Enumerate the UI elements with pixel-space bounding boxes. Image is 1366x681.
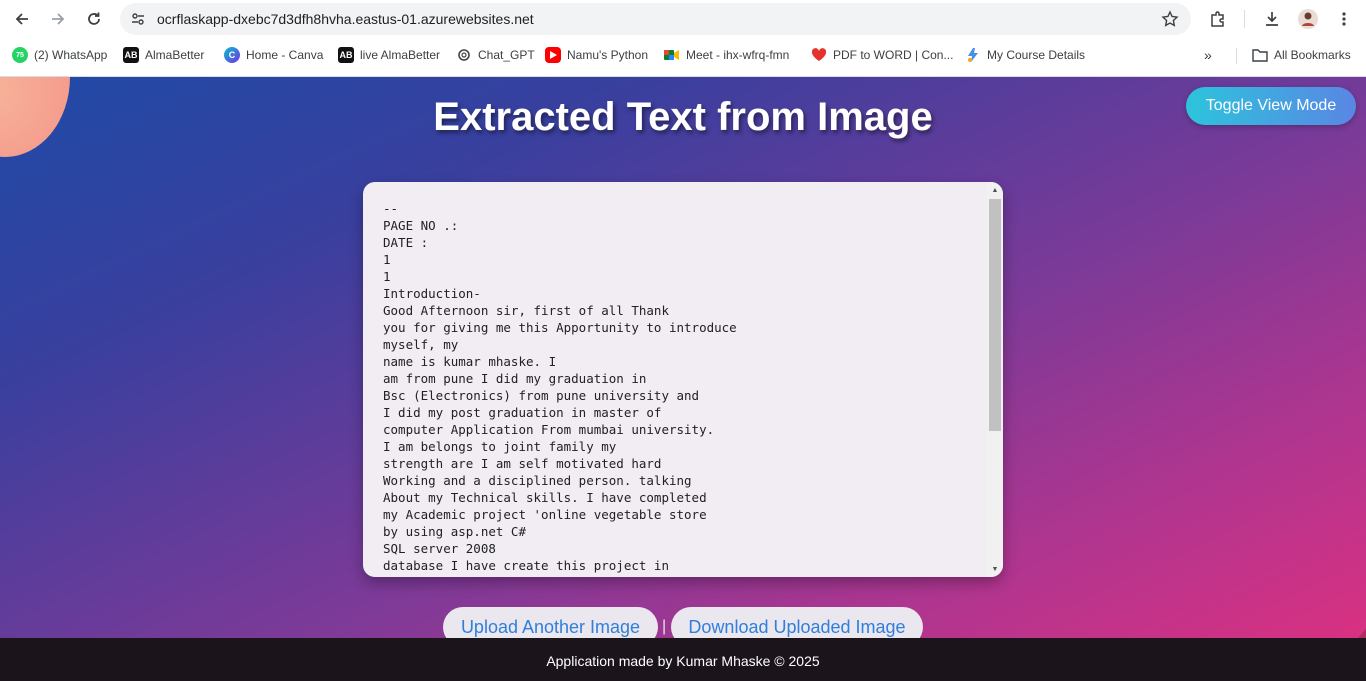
reload-icon bbox=[88, 12, 100, 25]
toggle-view-mode-button[interactable]: Toggle View Mode bbox=[1186, 87, 1356, 125]
downloads-button[interactable] bbox=[1259, 6, 1285, 32]
folder-icon bbox=[1252, 47, 1268, 63]
text-scrollbar[interactable]: ▲ ▼ bbox=[987, 182, 1003, 577]
back-button[interactable] bbox=[9, 6, 35, 32]
more-bookmarks-button[interactable]: » bbox=[1204, 47, 1212, 63]
bookmark-whatsapp[interactable]: 75 (2) WhatsApp bbox=[12, 47, 107, 63]
profile-avatar[interactable] bbox=[1295, 6, 1321, 32]
scrollbar-thumb[interactable] bbox=[989, 199, 1001, 431]
browser-toolbar: ocrflaskapp-dxebc7d3dfh8hvha.eastus-01.a… bbox=[0, 0, 1366, 38]
url-text[interactable]: ocrflaskapp-dxebc7d3dfh8hvha.eastus-01.a… bbox=[157, 11, 534, 27]
site-info-icon[interactable] bbox=[128, 9, 148, 29]
bookmark-pdf-to-word[interactable]: PDF to WORD | Con... bbox=[811, 47, 953, 63]
bookmark-label: (2) WhatsApp bbox=[34, 48, 108, 62]
page-title: Extracted Text from Image bbox=[433, 95, 933, 139]
bookmark-label: PDF to WORD | Con... bbox=[833, 48, 954, 62]
bookmark-chatgpt[interactable]: Chat_GPT bbox=[456, 47, 535, 63]
toolbar-divider bbox=[1244, 10, 1245, 28]
puzzle-icon bbox=[1211, 11, 1224, 27]
youtube-icon bbox=[545, 47, 561, 63]
reload-button[interactable] bbox=[81, 6, 107, 32]
bookmark-label: Home - Canva bbox=[246, 48, 324, 62]
footer: Application made by Kumar Mhaske © 2025 bbox=[0, 638, 1366, 681]
meet-icon bbox=[664, 47, 680, 63]
browser-chrome: ocrflaskapp-dxebc7d3dfh8hvha.eastus-01.a… bbox=[0, 0, 1366, 77]
forward-button[interactable] bbox=[45, 6, 71, 32]
course-icon bbox=[965, 47, 981, 63]
browser-menu-button[interactable] bbox=[1331, 6, 1357, 32]
bookmark-live-almabetter[interactable]: AB live AlmaBetter bbox=[338, 47, 440, 63]
address-bar[interactable]: ocrflaskapp-dxebc7d3dfh8hvha.eastus-01.a… bbox=[120, 3, 1191, 35]
bookmarks-bar: 75 (2) WhatsApp AB AlmaBetter C Home - C… bbox=[0, 40, 1366, 72]
bookmark-label: My Course Details bbox=[987, 48, 1086, 62]
bookmark-namus-python[interactable]: Namu's Python bbox=[545, 47, 648, 63]
all-bookmarks-label: All Bookmarks bbox=[1274, 48, 1351, 62]
bookmark-label: Meet - ihx-wfrq-fmn bbox=[686, 48, 790, 62]
bookmark-label: live AlmaBetter bbox=[360, 48, 441, 62]
bookmark-label: Chat_GPT bbox=[478, 48, 535, 62]
kebab-menu-icon bbox=[1342, 12, 1346, 26]
download-icon bbox=[1266, 12, 1278, 26]
extensions-button[interactable] bbox=[1205, 6, 1231, 32]
bookmark-meet[interactable]: Meet - ihx-wfrq-fmn bbox=[664, 47, 789, 63]
bookmark-almabetter[interactable]: AB AlmaBetter bbox=[123, 47, 204, 63]
almabetter-icon: AB bbox=[123, 47, 139, 63]
extracted-text[interactable]: -- PAGE NO .: DATE : 1 1 Introduction- G… bbox=[383, 200, 983, 574]
whatsapp-icon: 75 bbox=[12, 47, 28, 63]
button-separator: | bbox=[662, 618, 667, 635]
footer-text: Application made by Kumar Mhaske © 2025 bbox=[546, 653, 820, 669]
bookmarks-divider bbox=[1236, 48, 1237, 64]
chatgpt-icon bbox=[456, 47, 472, 63]
almabetter-icon: AB bbox=[338, 47, 354, 63]
heart-icon bbox=[811, 47, 827, 63]
avatar-icon bbox=[1298, 9, 1318, 29]
bookmark-my-course-details[interactable]: My Course Details bbox=[965, 47, 1085, 63]
extracted-text-box[interactable]: -- PAGE NO .: DATE : 1 1 Introduction- G… bbox=[363, 182, 1003, 577]
canva-icon: C bbox=[224, 47, 240, 63]
double-chevron-right-icon: » bbox=[1204, 47, 1212, 63]
page-content: Extracted Text from Image Toggle View Mo… bbox=[0, 77, 1366, 681]
bookmark-star-icon[interactable] bbox=[1161, 10, 1179, 28]
scroll-up-arrow-icon[interactable]: ▲ bbox=[987, 182, 1003, 198]
all-bookmarks-button[interactable]: All Bookmarks bbox=[1252, 47, 1351, 63]
bookmark-label: Namu's Python bbox=[567, 48, 648, 62]
forward-arrow-icon bbox=[52, 13, 65, 25]
bookmark-label: AlmaBetter bbox=[145, 48, 205, 62]
bookmark-canva[interactable]: C Home - Canva bbox=[224, 47, 323, 63]
back-arrow-icon bbox=[15, 13, 28, 25]
scroll-down-arrow-icon[interactable]: ▼ bbox=[987, 561, 1003, 577]
